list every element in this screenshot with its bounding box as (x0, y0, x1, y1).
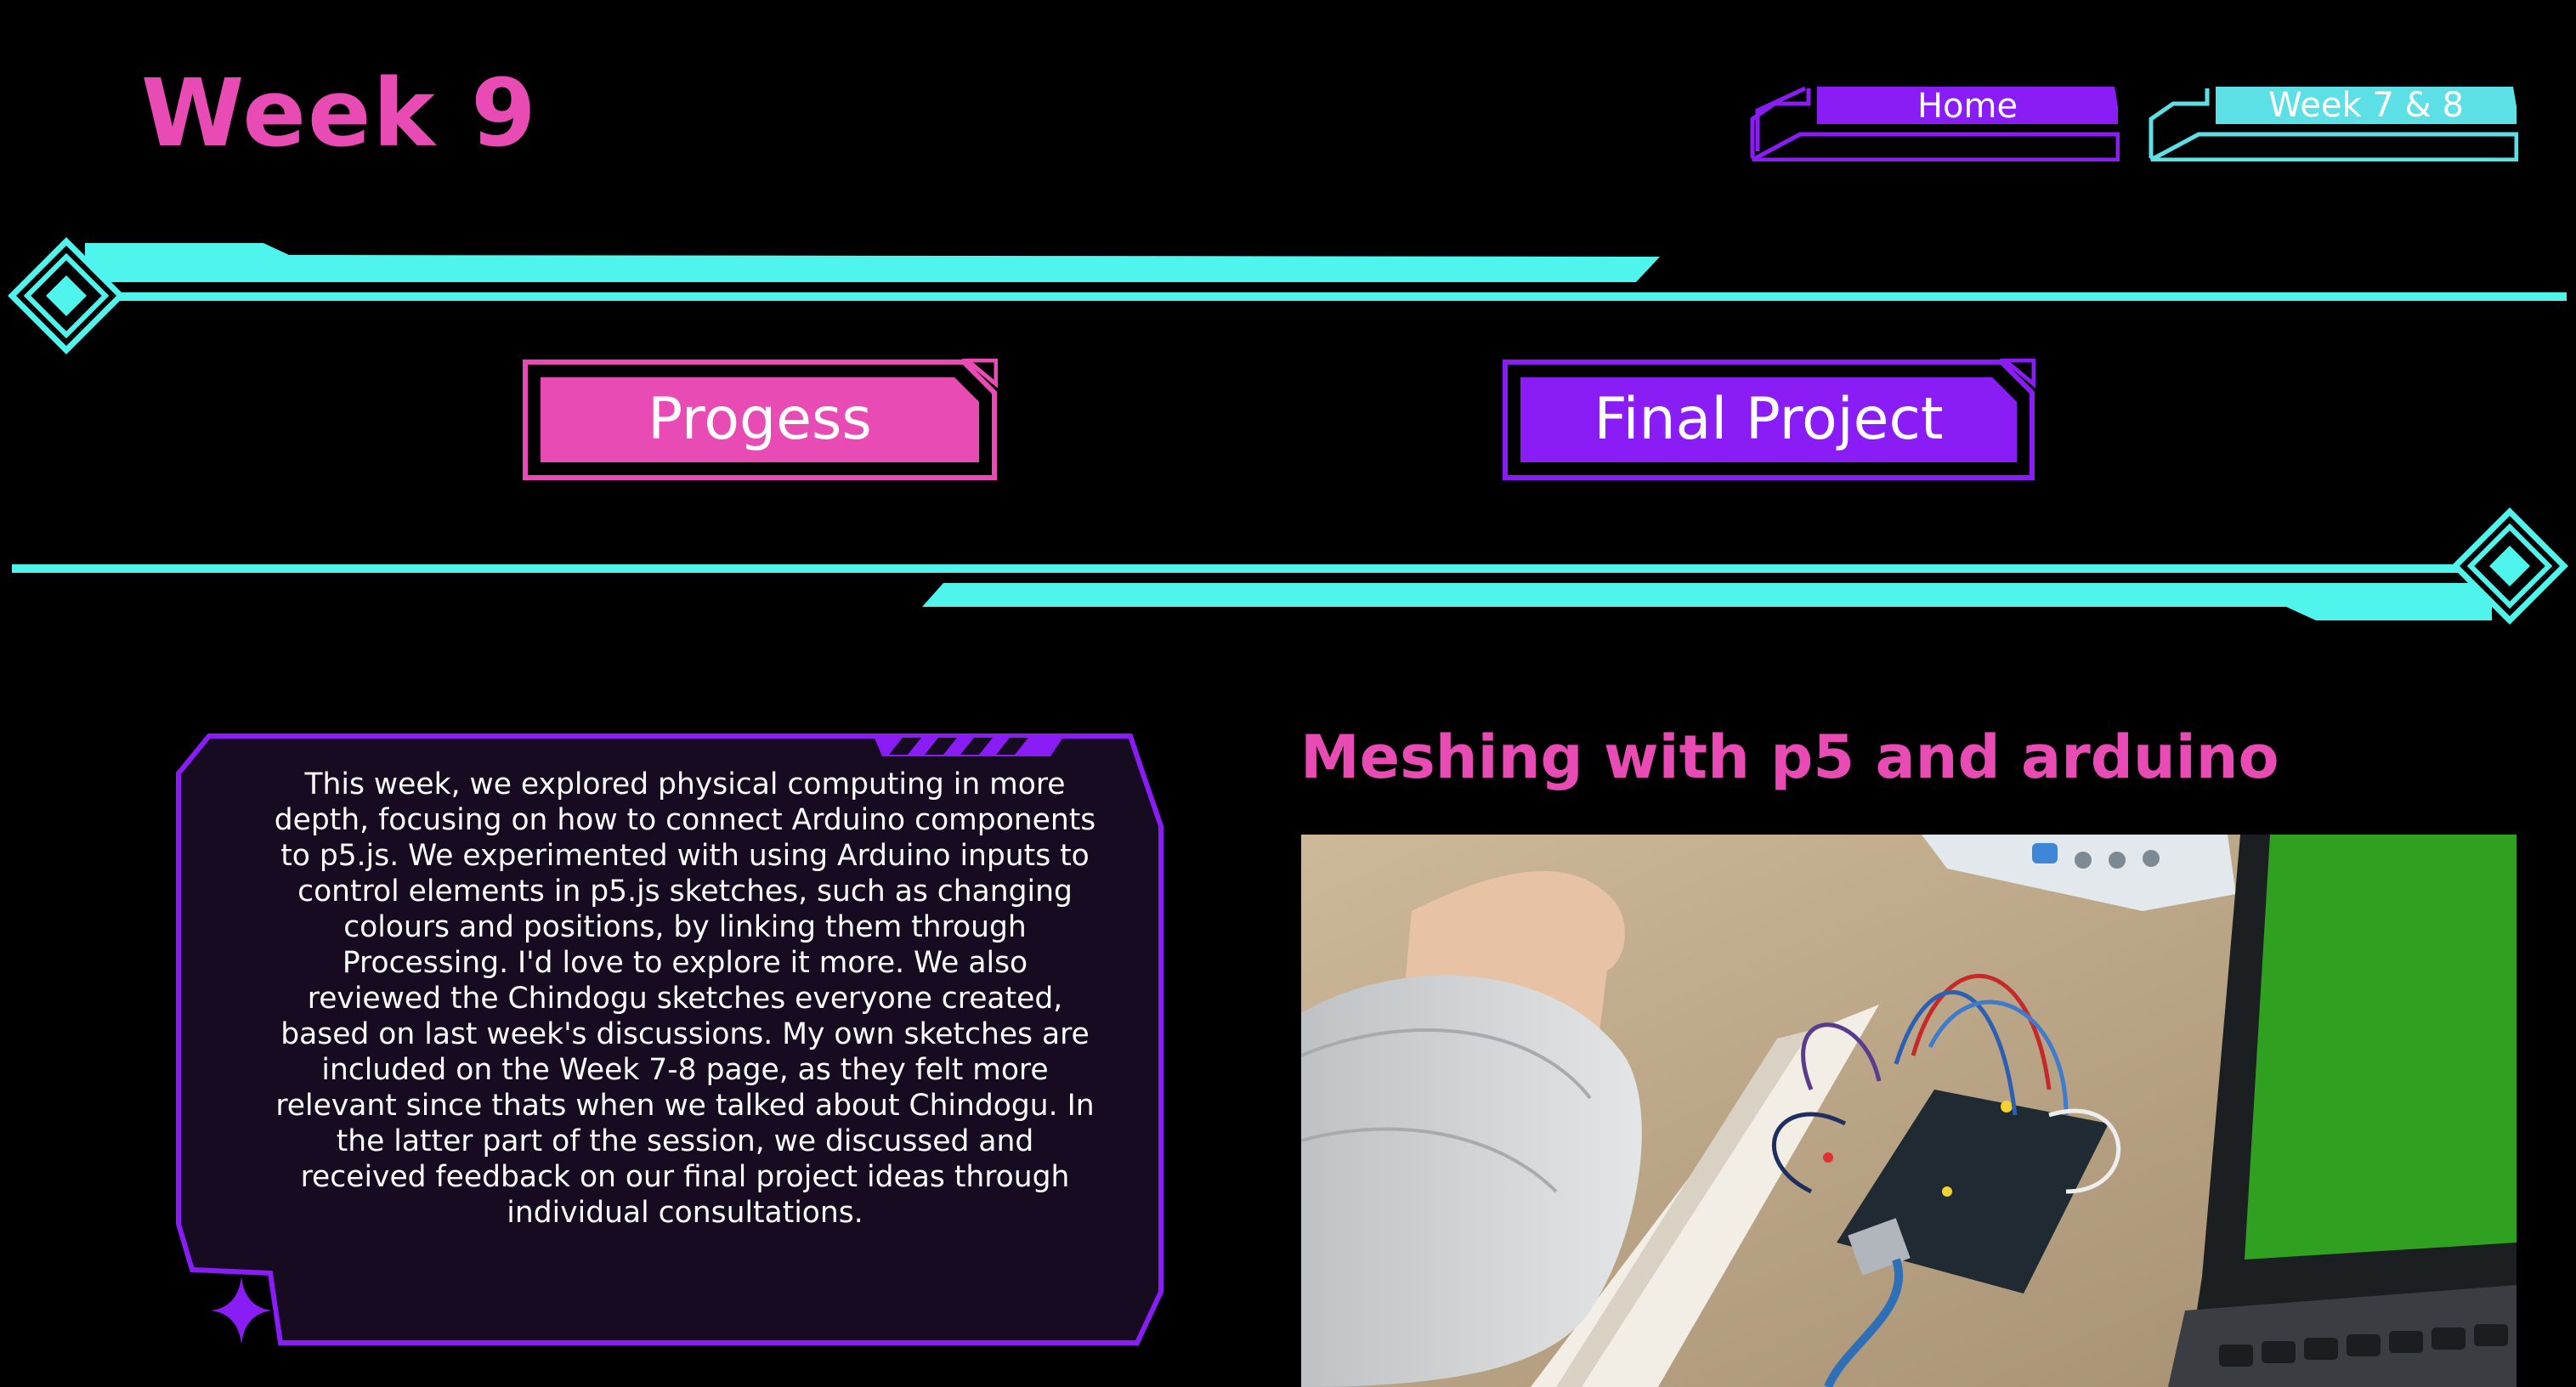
home-nav-button[interactable]: Home (1749, 85, 2120, 161)
home-nav-label: Home (1916, 87, 2018, 126)
bottom-divider (12, 507, 2568, 625)
sparkle-icon (211, 1277, 272, 1345)
arduino-photo[interactable] (1301, 835, 2517, 1387)
page-title: Week 9 (141, 59, 538, 167)
progress-button-label: Progess (648, 386, 872, 453)
progress-button[interactable]: Progess (522, 359, 998, 481)
arduino-photo-illustration (1301, 835, 2517, 1387)
final-project-button[interactable]: Final Project (1502, 359, 2035, 481)
intro-text: This week, we explored physical computin… (274, 767, 1096, 1230)
week-7-8-nav-label: Week 7 & 8 (2268, 86, 2464, 125)
week-7-8-nav-button[interactable]: Week 7 & 8 (2148, 85, 2518, 161)
top-divider (8, 237, 2567, 354)
section-heading: Meshing with p5 and arduino (1300, 722, 2279, 792)
final-project-button-label: Final Project (1594, 386, 1944, 453)
